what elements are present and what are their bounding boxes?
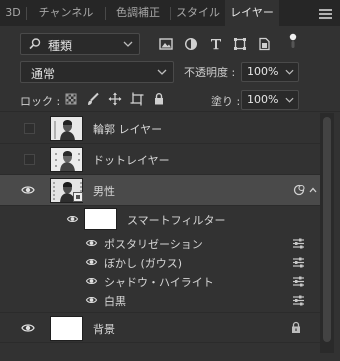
chevron-down-icon[interactable]	[285, 69, 294, 75]
smart-object-badge-icon	[73, 192, 83, 202]
fill-value: 100%	[247, 93, 279, 106]
smart-object-filter-icon[interactable]	[256, 37, 272, 51]
blending-options-icon[interactable]	[292, 238, 305, 249]
blending-options-icon[interactable]	[292, 276, 305, 287]
lock-icon	[292, 321, 300, 333]
lock-paint-icon[interactable]	[86, 92, 100, 106]
tab-channels[interactable]: チャンネル	[27, 0, 105, 26]
layer-row[interactable]: 背景	[0, 312, 320, 343]
eye-icon[interactable]	[21, 184, 35, 196]
layer-thumbnail	[50, 116, 83, 141]
chevron-down-icon	[157, 69, 167, 75]
smart-filter-item[interactable]: シャドウ・ハイライト	[0, 272, 320, 291]
search-icon	[29, 38, 41, 50]
layer-filter-kind-select[interactable]: 種類	[20, 33, 140, 55]
layer-name[interactable]: 背景	[93, 321, 115, 337]
layer-name[interactable]: 輪郭 レイヤー	[93, 121, 162, 137]
opacity-value: 100%	[247, 65, 279, 78]
panel-divider	[0, 111, 340, 112]
visibility-toggle-off[interactable]	[24, 123, 35, 134]
opacity-field[interactable]: 100%	[241, 62, 299, 82]
layer-row[interactable]: ドットレイヤー	[0, 144, 320, 175]
panel-tab-bar: 3D チャンネル 色調補正 スタイル レイヤー	[0, 0, 340, 26]
eye-icon[interactable]	[85, 238, 98, 248]
tab-3d[interactable]: 3D	[0, 0, 26, 26]
layer-row-selected[interactable]: 男性	[0, 175, 320, 206]
layer-name[interactable]: 男性	[93, 183, 115, 199]
smart-filter-item[interactable]: ぼかし (ガウス)	[0, 253, 320, 272]
layer-name[interactable]: ドットレイヤー	[93, 152, 170, 168]
chevron-down-icon[interactable]	[285, 97, 294, 103]
blending-options-icon[interactable]	[292, 257, 305, 268]
filter-name[interactable]: 白黒	[104, 293, 126, 309]
scrollbar-thumb[interactable]	[323, 117, 331, 342]
layer-row[interactable]: 輪郭 レイヤー	[0, 113, 320, 144]
smart-filter-label: スマートフィルター	[127, 214, 226, 227]
panel-menu-icon[interactable]	[319, 9, 332, 19]
lock-position-icon[interactable]	[108, 92, 122, 106]
tab-layers[interactable]: レイヤー	[225, 0, 279, 26]
lock-artboard-icon[interactable]	[130, 92, 144, 106]
lock-label: ロック :	[20, 95, 61, 108]
eye-icon[interactable]	[66, 214, 79, 224]
layer-thumbnail	[50, 316, 83, 341]
smart-filter-item[interactable]: 白黒	[0, 291, 320, 310]
lock-transparent-icon[interactable]	[64, 92, 78, 106]
type-filter-icon[interactable]	[208, 37, 224, 51]
smart-filter-row[interactable]: スマートフィルター	[0, 208, 320, 232]
blending-options-icon[interactable]	[292, 295, 305, 306]
blend-mode-select[interactable]: 通常	[20, 61, 174, 83]
eye-icon[interactable]	[85, 295, 98, 305]
lock-all-icon[interactable]	[152, 92, 166, 106]
smart-filter-item[interactable]: ポスタリゼーション	[0, 234, 320, 253]
visibility-toggle-off[interactable]	[24, 154, 35, 165]
filter-name[interactable]: シャドウ・ハイライト	[104, 274, 214, 290]
opacity-label: 不透明度 :	[184, 66, 236, 79]
layers-scrollbar[interactable]	[320, 113, 334, 353]
shape-filter-icon[interactable]	[232, 37, 248, 51]
chevron-down-icon	[123, 41, 133, 47]
adjustment-filter-icon[interactable]	[183, 37, 199, 51]
image-filter-icon[interactable]	[158, 37, 174, 51]
filter-toggle-icon[interactable]	[288, 33, 298, 49]
smart-filter-mask-thumbnail[interactable]	[84, 208, 117, 230]
filter-kind-label: 種類	[48, 39, 73, 53]
fill-field[interactable]: 100%	[241, 90, 299, 110]
eye-icon[interactable]	[21, 322, 35, 334]
filter-name[interactable]: ポスタリゼーション	[104, 236, 203, 252]
tab-styles[interactable]: スタイル	[171, 0, 225, 26]
tab-adjustments[interactable]: 色調補正	[106, 0, 170, 26]
layer-thumbnail	[50, 147, 83, 172]
filter-name[interactable]: ぼかし (ガウス)	[104, 255, 182, 271]
eye-icon[interactable]	[85, 257, 98, 267]
fill-label: 塗り :	[211, 95, 241, 108]
smart-filter-toggle-icon[interactable]	[292, 183, 318, 197]
blend-mode-value: 通常	[31, 67, 56, 81]
layer-list: 輪郭 レイヤー ドットレイヤー 男性 スマートフィルター ポスタリゼーション ぼ…	[0, 113, 320, 353]
eye-icon[interactable]	[85, 276, 98, 286]
